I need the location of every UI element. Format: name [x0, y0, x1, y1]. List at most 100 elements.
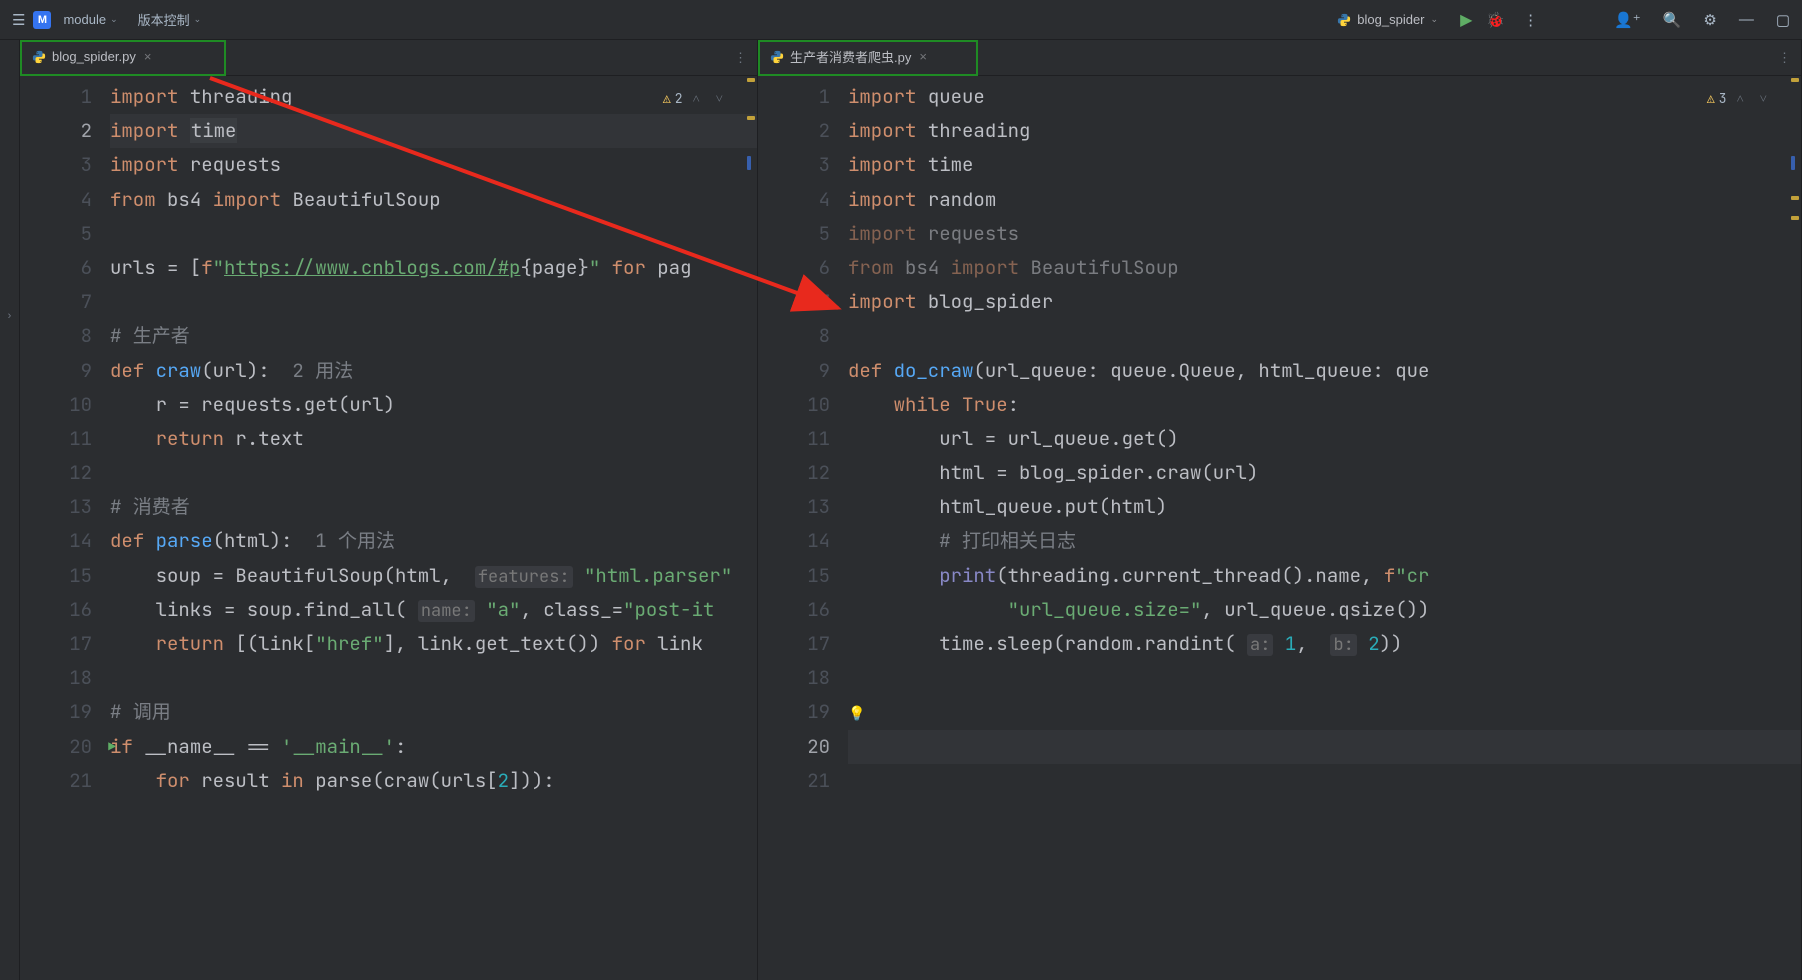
- line-number: 17: [20, 627, 92, 661]
- line-number: 10: [20, 388, 92, 422]
- code-line[interactable]: from bs4 import BeautifulSoup: [848, 251, 1801, 285]
- scrollbar-right[interactable]: [1789, 76, 1801, 980]
- intention-bulb-icon[interactable]: 💡: [848, 705, 865, 723]
- warning-count: 2: [675, 82, 683, 116]
- gutter-right: 123456789101112131415161718192021: [758, 76, 848, 980]
- code-line[interactable]: [848, 319, 1801, 353]
- code-line[interactable]: html_queue.put(html): [848, 490, 1801, 524]
- code-area-left[interactable]: ⚠ 2 ˄ ˅ 1234567891011121314151617181920▶…: [20, 76, 757, 980]
- run-button[interactable]: ▶: [1460, 10, 1472, 30]
- close-tab-icon[interactable]: ×: [919, 49, 927, 64]
- code-line[interactable]: def parse(html): 1 个用法: [110, 524, 757, 558]
- search-icon[interactable]: 🔍: [1659, 7, 1686, 33]
- code-line[interactable]: import time: [110, 114, 757, 148]
- top-right-group: blog_spider ⌄ ▶ 🐞 ⋮ 👤⁺ 🔍 ⚙ — ▢: [1329, 7, 1794, 33]
- code-line[interactable]: 💡: [848, 695, 1801, 729]
- code-line[interactable]: [848, 730, 1801, 764]
- code-line[interactable]: import requests: [110, 148, 757, 182]
- title-bar: ☰ M module ⌄ 版本控制 ⌄ blog_spider ⌄ ▶ 🐞 ⋮ …: [0, 0, 1802, 40]
- code-line[interactable]: import queue: [848, 80, 1801, 114]
- code-line[interactable]: [848, 764, 1801, 798]
- line-number: 5: [758, 217, 830, 251]
- code-line[interactable]: if __name__ == '__main__':: [110, 730, 757, 764]
- run-config-label: blog_spider: [1357, 12, 1424, 27]
- line-number: 8: [20, 319, 92, 353]
- close-tab-icon[interactable]: ×: [144, 49, 152, 64]
- line-number: 11: [20, 422, 92, 456]
- code-line[interactable]: url = url_queue.get(): [848, 422, 1801, 456]
- tab-label: 生产者消费者爬虫.py: [790, 47, 911, 66]
- code-line[interactable]: def craw(url): 2 用法: [110, 354, 757, 388]
- minimize-icon[interactable]: —: [1735, 7, 1758, 32]
- code-line[interactable]: [110, 456, 757, 490]
- nav-arrows[interactable]: ˄ ˅: [1737, 82, 1771, 116]
- line-number: 15: [758, 559, 830, 593]
- code-area-right[interactable]: ⚠ 3 ˄ ˅ 12345678910111213141516171819202…: [758, 76, 1801, 980]
- project-dropdown[interactable]: module ⌄: [55, 8, 125, 31]
- run-config-selector[interactable]: blog_spider ⌄: [1329, 10, 1446, 29]
- code-line[interactable]: from bs4 import BeautifulSoup: [110, 183, 757, 217]
- inspection-badge[interactable]: ⚠ 3 ˄ ˅: [1707, 82, 1771, 116]
- line-number: 21: [20, 764, 92, 798]
- code-line[interactable]: print(threading.current_thread().name, f…: [848, 559, 1801, 593]
- code-line[interactable]: # 消费者: [110, 490, 757, 524]
- code-line[interactable]: [110, 285, 757, 319]
- code-line[interactable]: import threading: [848, 114, 1801, 148]
- tab-options-icon[interactable]: ⋮: [1768, 50, 1801, 66]
- line-number: 11: [758, 422, 830, 456]
- tab-options-icon[interactable]: ⋮: [724, 50, 757, 66]
- code-right[interactable]: import queueimport threadingimport timei…: [848, 76, 1801, 980]
- warning-icon: ⚠: [1707, 82, 1715, 116]
- vcs-dropdown[interactable]: 版本控制 ⌄: [130, 6, 210, 33]
- code-line[interactable]: import requests: [848, 217, 1801, 251]
- code-line[interactable]: def do_craw(url_queue: queue.Queue, html…: [848, 354, 1801, 388]
- code-line[interactable]: "url_queue.size=", url_queue.qsize()): [848, 593, 1801, 627]
- code-line[interactable]: import blog_spider: [848, 285, 1801, 319]
- maximize-icon[interactable]: ▢: [1772, 7, 1794, 33]
- line-number: 2: [758, 114, 830, 148]
- tab-producer-consumer[interactable]: 生产者消费者爬虫.py ×: [758, 40, 939, 76]
- code-line[interactable]: return r.text: [110, 422, 757, 456]
- code-line[interactable]: # 调用: [110, 695, 757, 729]
- line-number: 5: [20, 217, 92, 251]
- code-line[interactable]: links = soup.find_all( name: "a", class_…: [110, 593, 757, 627]
- code-left[interactable]: import threadingimport timeimport reques…: [110, 76, 757, 980]
- code-line[interactable]: import threading: [110, 80, 757, 114]
- line-number: 3: [20, 148, 92, 182]
- code-line[interactable]: return [(link["href"], link.get_text()) …: [110, 627, 757, 661]
- code-line[interactable]: urls = [f"https://www.cnblogs.com/#p{pag…: [110, 251, 757, 285]
- python-file-icon: [770, 50, 784, 64]
- line-number: 2: [20, 114, 92, 148]
- code-line[interactable]: r = requests.get(url): [110, 388, 757, 422]
- code-line[interactable]: while True:: [848, 388, 1801, 422]
- settings-icon[interactable]: ⚙: [1699, 7, 1720, 33]
- chevron-down-icon: ⌄: [1431, 14, 1439, 25]
- expand-sidebar-icon[interactable]: ›: [0, 40, 19, 322]
- line-number: 13: [758, 490, 830, 524]
- run-gutter-icon[interactable]: ▶: [108, 730, 116, 764]
- nav-arrows[interactable]: ˄ ˅: [693, 82, 727, 116]
- code-line[interactable]: soup = BeautifulSoup(html, features: "ht…: [110, 559, 757, 593]
- inspection-badge[interactable]: ⚠ 2 ˄ ˅: [663, 82, 727, 116]
- code-line[interactable]: [110, 217, 757, 251]
- line-number: 20: [758, 730, 830, 764]
- code-line[interactable]: for result in parse(craw(urls[2])):: [110, 764, 757, 798]
- code-line[interactable]: html = blog_spider.craw(url): [848, 456, 1801, 490]
- left-tool-strip: ›: [0, 40, 20, 980]
- scrollbar-left[interactable]: [745, 76, 757, 980]
- code-line[interactable]: time.sleep(random.randint( a: 1, b: 2)): [848, 627, 1801, 661]
- code-with-me-icon[interactable]: 👤⁺: [1610, 7, 1645, 33]
- code-line[interactable]: import time: [848, 148, 1801, 182]
- tab-blog-spider[interactable]: blog_spider.py ×: [20, 40, 163, 76]
- debug-button[interactable]: 🐞: [1486, 11, 1505, 29]
- code-line[interactable]: # 生产者: [110, 319, 757, 353]
- code-line[interactable]: [110, 661, 757, 695]
- line-number: 19: [758, 695, 830, 729]
- line-number: 19: [20, 695, 92, 729]
- more-actions-icon[interactable]: ⋮: [1519, 7, 1542, 33]
- line-number: 12: [20, 456, 92, 490]
- code-line[interactable]: import random: [848, 183, 1801, 217]
- code-line[interactable]: # 打印相关日志: [848, 524, 1801, 558]
- main-menu-icon[interactable]: ☰: [8, 7, 29, 33]
- code-line[interactable]: [848, 661, 1801, 695]
